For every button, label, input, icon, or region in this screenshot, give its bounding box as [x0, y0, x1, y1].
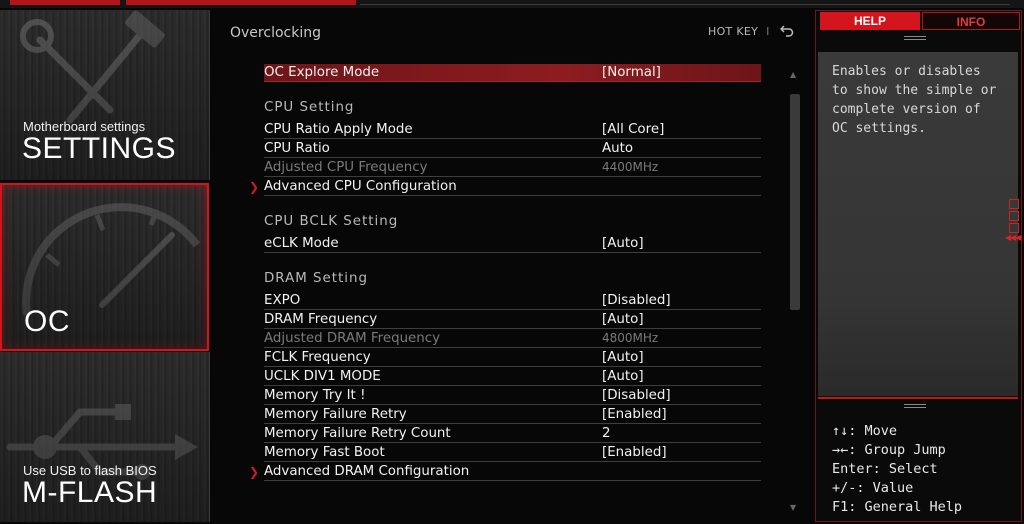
page-title: Overclocking [230, 25, 321, 41]
setting-value[interactable]: Auto [602, 140, 633, 157]
nav-oc[interactable]: OC [0, 183, 209, 351]
setting-label: UCLK DIV1 MODE [264, 369, 381, 384]
panel-grip-icon[interactable] [904, 36, 926, 44]
setting-expo[interactable]: EXPO [Disabled] [264, 292, 761, 310]
setting-value[interactable]: [Enabled] [602, 406, 667, 423]
key-value: +/-: Value [832, 480, 914, 496]
submenu-arrow-icon: ❯ [249, 180, 260, 194]
top-strip-line [360, 4, 1010, 5]
nav-settings[interactable]: Motherboard settings SETTINGS [0, 10, 210, 180]
scroll-up-icon[interactable]: ▲ [790, 70, 796, 79]
panel-side-markers [1009, 199, 1019, 235]
key-group-jump: →←: Group Jump [832, 442, 946, 458]
setting-value[interactable]: [Auto] [602, 368, 644, 385]
setting-value[interactable]: [Enabled] [602, 444, 667, 461]
help-description: Enables or disables to show the simple o… [832, 64, 997, 136]
setting-label: DRAM Frequency [264, 312, 378, 327]
group-header-dram: DRAM Setting [264, 271, 368, 286]
setting-label: Memory Try It ! [264, 388, 366, 403]
panel-grip-icon[interactable] [904, 404, 926, 412]
collapse-arrows-icon[interactable]: ◀◀◀ [1005, 233, 1022, 242]
back-icon[interactable] [780, 23, 794, 37]
setting-value: 4800MHz [602, 331, 659, 345]
submenu-arrow-icon: ❯ [249, 465, 260, 479]
settings-title: SETTINGS [22, 132, 177, 165]
setting-label: Advanced DRAM Configuration [264, 464, 470, 479]
setting-label: Memory Failure Retry [264, 407, 407, 422]
hotkey-separator: I [766, 25, 770, 38]
setting-uclk-div1-mode[interactable]: UCLK DIV1 MODE [Auto] [264, 368, 761, 386]
top-progress-strip [0, 0, 1024, 8]
key-select: Enter: Select [832, 461, 938, 477]
setting-value[interactable]: [Disabled] [602, 387, 671, 404]
nav-mflash[interactable]: Use USB to flash BIOS M-FLASH [0, 352, 210, 522]
setting-label: Memory Failure Retry Count [264, 426, 451, 441]
hotkey-bar: HOT KEY I [708, 25, 778, 38]
setting-label: OC Explore Mode [264, 65, 380, 80]
list-scrollbar[interactable]: ▲ ▼ [789, 70, 801, 512]
setting-label: Adjusted CPU Frequency [264, 160, 428, 175]
key-legend: ↑↓: Move →←: Group Jump Enter: Select +/-: … [832, 422, 962, 517]
setting-label: CPU Ratio Apply Mode [264, 122, 413, 137]
top-strip-segment [10, 0, 120, 5]
setting-value[interactable]: [All Core] [602, 121, 664, 138]
setting-adjusted-dram-frequency: Adjusted DRAM Frequency 4800MHz [264, 330, 761, 348]
setting-value[interactable]: [Auto] [602, 349, 644, 366]
setting-memory-failure-retry-count[interactable]: Memory Failure Retry Count 2 [264, 425, 761, 443]
hotkey-label[interactable]: HOT KEY [708, 25, 758, 38]
setting-memory-failure-retry[interactable]: Memory Failure Retry [Enabled] [264, 406, 761, 424]
setting-cpu-ratio[interactable]: CPU Ratio Auto [264, 140, 761, 158]
setting-value[interactable]: 2 [602, 425, 611, 442]
oc-title: OC [24, 305, 70, 338]
setting-cpu-ratio-apply-mode[interactable]: CPU Ratio Apply Mode [All Core] [264, 121, 761, 139]
setting-label: eCLK Mode [264, 236, 339, 251]
scroll-thumb[interactable] [790, 94, 800, 310]
setting-fclk-frequency[interactable]: FCLK Frequency [Auto] [264, 349, 761, 367]
setting-value: 4400MHz [602, 160, 659, 174]
tab-info[interactable]: INFO [922, 12, 1020, 30]
submenu-advanced-dram-configuration[interactable]: ❯ Advanced DRAM Configuration [249, 463, 761, 481]
setting-value[interactable]: [Disabled] [602, 292, 671, 309]
panel-divider [818, 397, 1018, 399]
setting-memory-fast-boot[interactable]: Memory Fast Boot [Enabled] [264, 444, 761, 462]
setting-value[interactable]: [Normal] [602, 64, 661, 81]
key-general-help: F1: General Help [832, 499, 963, 515]
group-header-cpu: CPU Setting [264, 100, 355, 115]
setting-label: Advanced CPU Configuration [264, 179, 457, 194]
top-strip-segment [126, 0, 356, 5]
mflash-title: M-FLASH [22, 476, 158, 509]
setting-eclk-mode[interactable]: eCLK Mode [Auto] [264, 235, 761, 253]
setting-label: Adjusted DRAM Frequency [264, 331, 441, 346]
group-header-bclk: CPU BCLK Setting [264, 214, 399, 229]
setting-memory-try-it[interactable]: Memory Try It ! [Disabled] [264, 387, 761, 405]
setting-value[interactable]: [Auto] [602, 235, 644, 252]
setting-oc-explore-mode[interactable]: OC Explore Mode [Normal] [264, 64, 761, 82]
tab-help[interactable]: HELP [820, 12, 920, 30]
setting-value[interactable]: [Auto] [602, 311, 644, 328]
setting-dram-frequency[interactable]: DRAM Frequency [Auto] [264, 311, 761, 329]
submenu-advanced-cpu-configuration[interactable]: ❯ Advanced CPU Configuration [249, 178, 761, 196]
setting-label: EXPO [264, 293, 301, 308]
setting-label: CPU Ratio [264, 141, 330, 156]
setting-label: FCLK Frequency [264, 350, 371, 365]
setting-adjusted-cpu-frequency: Adjusted CPU Frequency 4400MHz [264, 159, 761, 177]
key-move: ↑↓: Move [832, 423, 898, 439]
setting-label: Memory Fast Boot [264, 445, 385, 460]
scroll-down-icon[interactable]: ▼ [790, 503, 796, 512]
